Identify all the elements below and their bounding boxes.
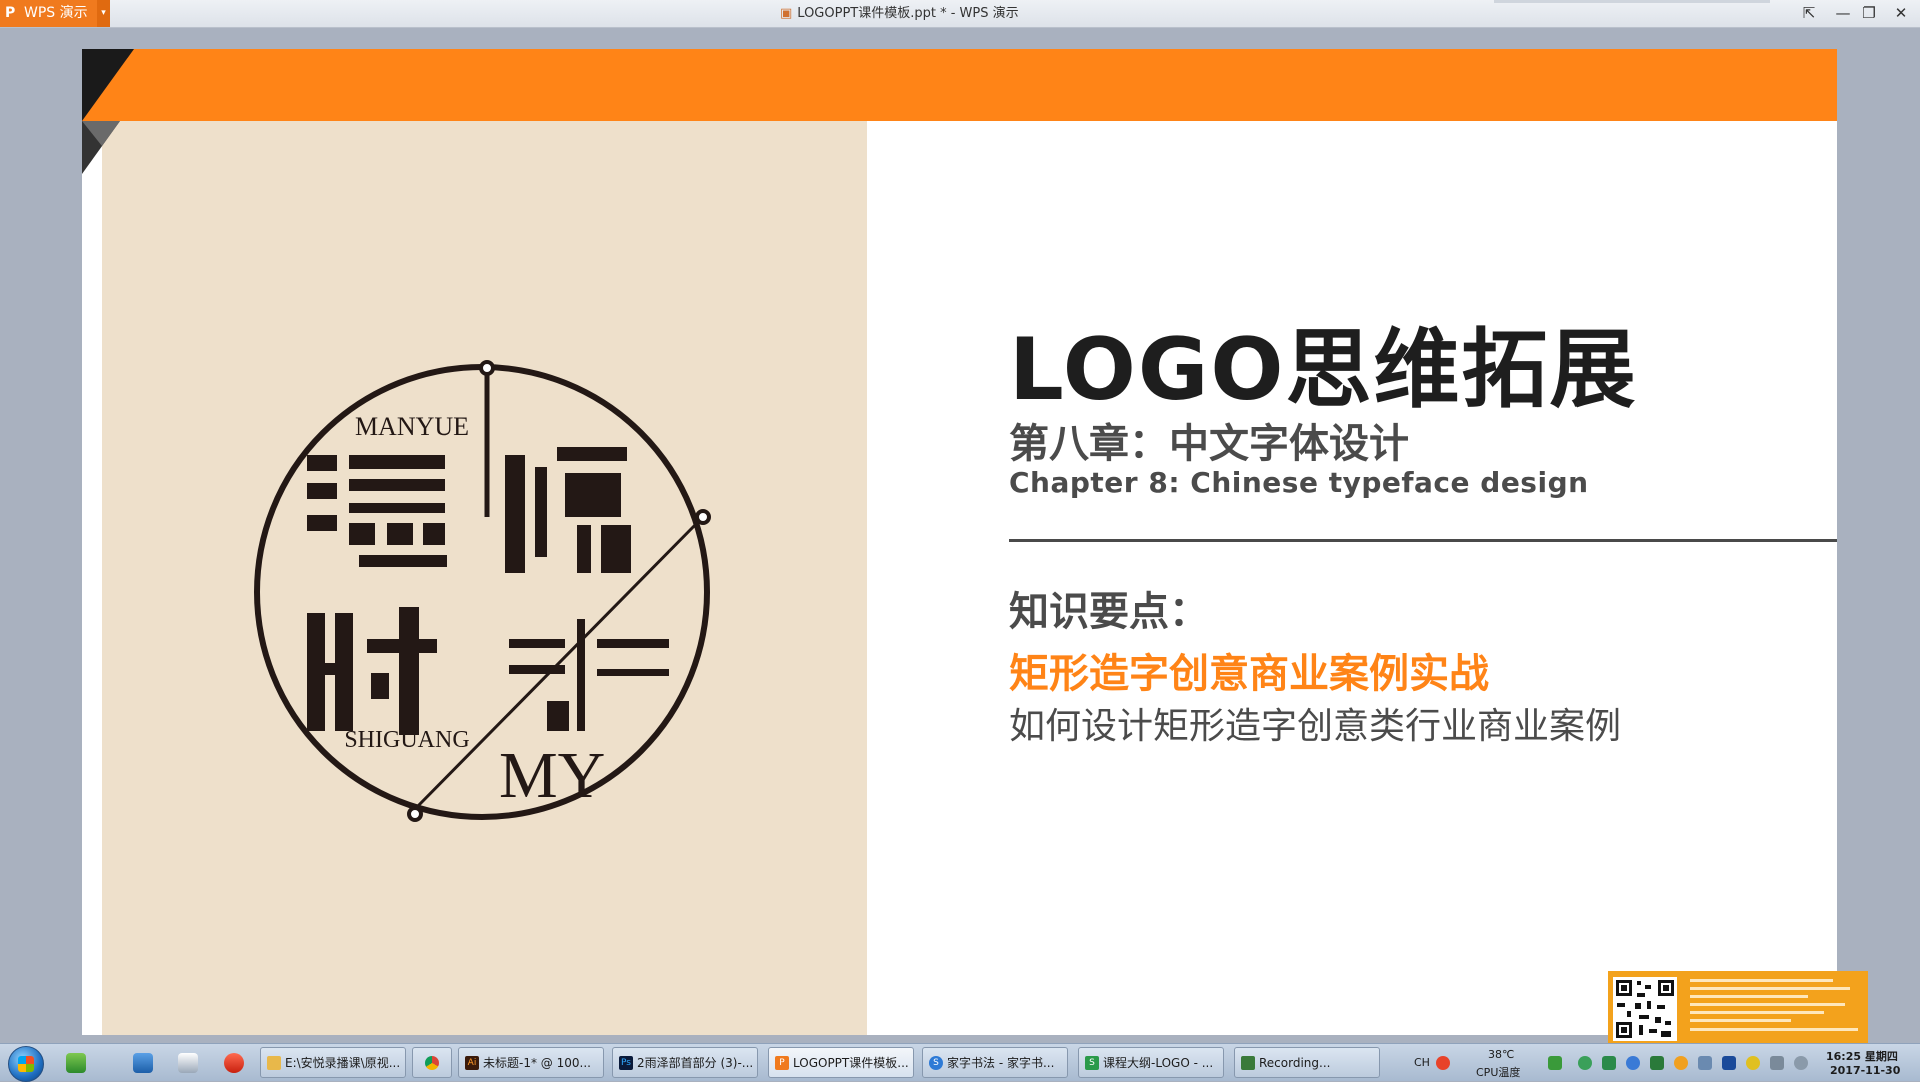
taskbar-item-label: LOGOPPT课件模板... bbox=[793, 1056, 909, 1070]
app-tray-icon[interactable] bbox=[1722, 1056, 1736, 1070]
taskbar-item-recording[interactable]: Recording... bbox=[1234, 1047, 1380, 1078]
taskbar-item-photoshop[interactable]: Ps 2雨泽部首部分 (3)-... bbox=[612, 1047, 758, 1078]
taskbar-item-wps-presentation[interactable]: P LOGOPPT课件模板... bbox=[768, 1047, 914, 1078]
logo-text-manyue: MANYUE bbox=[355, 412, 469, 441]
taskbar-item-label: E:\安悦录播课\原视... bbox=[285, 1056, 401, 1070]
wps-spreadsheet-icon: S bbox=[1085, 1056, 1099, 1070]
battery-icon[interactable] bbox=[1548, 1056, 1562, 1070]
sogou-ime-icon[interactable] bbox=[1436, 1056, 1450, 1070]
wps-presentation-icon: P bbox=[775, 1056, 789, 1070]
taskbar-item-label: Recording... bbox=[1259, 1056, 1331, 1070]
taskbar-item-illustrator[interactable]: Ai 未标题-1* @ 100... bbox=[458, 1047, 604, 1078]
start-button[interactable] bbox=[8, 1046, 44, 1082]
shield-icon[interactable] bbox=[1650, 1056, 1664, 1070]
qr-code-icon bbox=[1613, 977, 1677, 1041]
slide-header-band bbox=[82, 49, 1837, 121]
display-icon[interactable] bbox=[1770, 1056, 1784, 1070]
weibo-icon[interactable] bbox=[224, 1053, 244, 1073]
qr-code-ad-card[interactable] bbox=[1608, 971, 1868, 1046]
minimize-button[interactable]: — bbox=[1830, 0, 1856, 27]
taskbar-item-label: 课程大纲-LOGO - ... bbox=[1103, 1056, 1214, 1070]
taskbar-item-wps-spreadsheet[interactable]: S 课程大纲-LOGO - ... bbox=[1078, 1047, 1224, 1078]
taskbar-item-label: 未标题-1* @ 100... bbox=[483, 1056, 591, 1070]
ime-indicator[interactable]: CH bbox=[1414, 1056, 1430, 1069]
tray-status-icon[interactable] bbox=[1746, 1056, 1760, 1070]
manyue-shiguang-logo: MANYUE SHIGUANG MY bbox=[254, 360, 711, 822]
photoshop-icon: Ps bbox=[619, 1056, 633, 1070]
taskbar-item-label: 家字书法 - 家字书... bbox=[947, 1056, 1055, 1070]
close-button[interactable]: ✕ bbox=[1888, 0, 1914, 27]
illustrator-icon: Ai bbox=[465, 1056, 479, 1070]
wps-app-menu-button[interactable]: P WPS 演示 ▾ bbox=[0, 0, 110, 27]
logo-text-shiguang: SHIGUANG bbox=[344, 727, 469, 753]
security-icon[interactable] bbox=[1578, 1056, 1592, 1070]
knowledge-points-description: 如何设计矩形造字创意类行业商业案例 bbox=[1009, 706, 1622, 747]
chrome-icon bbox=[425, 1056, 439, 1070]
title-bar-panel bbox=[1494, 0, 1770, 3]
chevron-down-icon[interactable]: ▾ bbox=[97, 0, 110, 27]
divider-line bbox=[1009, 539, 1837, 542]
folder-icon bbox=[267, 1056, 281, 1070]
clock-time[interactable]: 16:25 星期四 bbox=[1826, 1048, 1898, 1064]
taskbar-item-explorer[interactable]: E:\安悦录播课\原视... bbox=[260, 1047, 406, 1078]
wps-logo-icon: P bbox=[5, 5, 16, 21]
taskbar-item-label: 2雨泽部首部分 (3)-... bbox=[637, 1056, 754, 1070]
volume-icon[interactable] bbox=[1794, 1056, 1808, 1070]
ad-text-block bbox=[1690, 979, 1858, 1036]
slide-canvas[interactable]: MANYUE SHIGUANG MY LOGO思维拓展 第八章：中文字体设计 C… bbox=[82, 49, 1837, 1035]
maximize-button[interactable]: ❐ bbox=[1856, 0, 1882, 27]
taskbar-item-sogou-browser[interactable]: S 家字书法 - 家字书... bbox=[922, 1047, 1068, 1078]
sogou-browser-icon: S bbox=[929, 1056, 943, 1070]
qq-icon[interactable] bbox=[178, 1053, 198, 1073]
cpu-temperature-label: CPU温度 bbox=[1476, 1066, 1521, 1079]
restore-ribbon-button[interactable]: ⇱ bbox=[1796, 0, 1822, 27]
knowledge-points-heading: 知识要点： bbox=[1009, 589, 1209, 635]
recording-icon bbox=[1241, 1056, 1255, 1070]
taskbar-item-chrome[interactable] bbox=[412, 1047, 452, 1078]
document-icon: ▣ bbox=[780, 6, 793, 21]
slide-title: LOGO思维拓展 bbox=[1009, 320, 1638, 420]
knowledge-points-highlight: 矩形造字创意商业案例实战 bbox=[1009, 651, 1489, 697]
sogou-input-icon[interactable] bbox=[133, 1053, 153, 1073]
network-icon[interactable] bbox=[1626, 1056, 1640, 1070]
chapter-title-cn: 第八章：中文字体设计 bbox=[1009, 421, 1409, 467]
window-title: ▣ LOGOPPT课件模板.ppt * - WPS 演示 bbox=[780, 0, 1019, 27]
windows-taskbar: E:\安悦录播课\原视... Ai 未标题-1* @ 100... Ps 2雨泽部首… bbox=[0, 1043, 1920, 1082]
user-icon[interactable] bbox=[1698, 1056, 1712, 1070]
update-icon[interactable] bbox=[1674, 1056, 1688, 1070]
window-title-text: LOGOPPT课件模板.ppt * - WPS 演示 bbox=[797, 6, 1019, 21]
desktop-icon[interactable] bbox=[66, 1053, 86, 1073]
arrow-icon[interactable] bbox=[1602, 1056, 1616, 1070]
cpu-temperature: 38℃ bbox=[1488, 1048, 1515, 1061]
logo-monogram: MY bbox=[499, 739, 605, 812]
app-name: WPS 演示 bbox=[24, 5, 88, 21]
chapter-title-en: Chapter 8: Chinese typeface design bbox=[1009, 466, 1589, 499]
corner-decoration bbox=[82, 49, 134, 174]
clock-date[interactable]: 2017-11-30 bbox=[1830, 1064, 1900, 1077]
window-title-bar: P WPS 演示 ▾ ▣ LOGOPPT课件模板.ppt * - WPS 演示 ⇱… bbox=[0, 0, 1920, 28]
